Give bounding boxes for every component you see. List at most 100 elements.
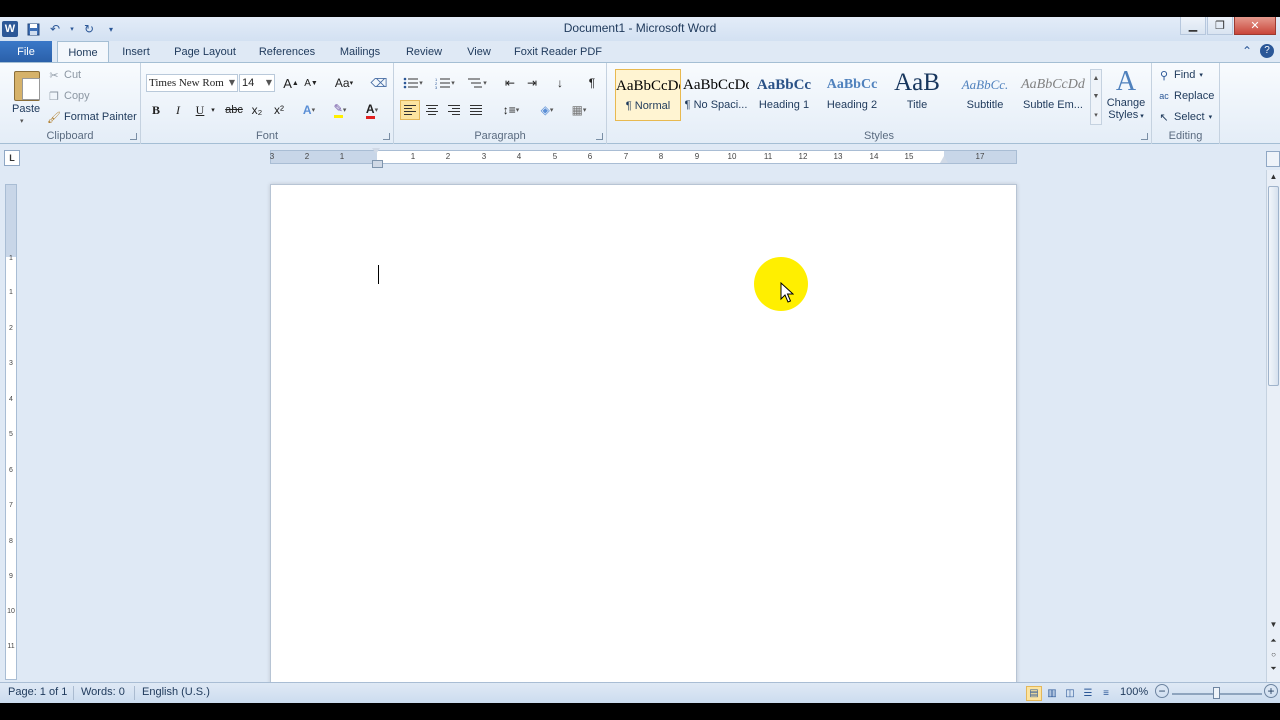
multilevel-list-button[interactable]: ▾ — [464, 73, 490, 93]
strikethrough-button[interactable]: abc — [223, 100, 245, 120]
scroll-up-icon[interactable]: ▲ — [1267, 170, 1280, 184]
change-styles-button[interactable]: A Change Styles ▾ — [1104, 67, 1148, 129]
zoom-in-button[interactable]: + — [1264, 684, 1278, 698]
replace-button[interactable]: ac Replace — [1158, 90, 1214, 102]
tab-mailings[interactable]: Mailings — [334, 41, 386, 63]
font-size-combo[interactable]: 14 ▼ — [239, 74, 275, 92]
zoom-slider-thumb[interactable] — [1213, 687, 1220, 699]
tab-selector-button[interactable]: L — [4, 150, 20, 166]
web-layout-icon[interactable]: ◫ — [1062, 686, 1078, 701]
font-family-combo[interactable]: Times New Rom ▼ — [146, 74, 238, 92]
shrink-font-icon: A — [304, 77, 311, 89]
tab-file[interactable]: File — [0, 41, 52, 63]
status-bar: Page: 1 of 1 Words: 0 English (U.S.) ▤ ▥… — [0, 682, 1280, 703]
select-button[interactable]: ↖ Select ▾ — [1158, 111, 1212, 124]
maximize-button[interactable]: ❐ — [1207, 17, 1233, 35]
outline-view-icon[interactable]: ☰ — [1080, 686, 1096, 701]
italic-button[interactable]: I — [168, 100, 188, 120]
chevron-down-icon[interactable]: ▼ — [1093, 93, 1100, 100]
font-color-button[interactable]: A ▾ — [359, 100, 385, 120]
underline-button[interactable]: U — [190, 100, 210, 120]
style-subtle-emphasis[interactable]: AaBbCcDd Subtle Em... — [1020, 69, 1086, 121]
browse-object-icon[interactable]: ○ — [1267, 648, 1280, 662]
zoom-out-button[interactable]: − — [1155, 684, 1169, 698]
tab-insert[interactable]: Insert — [115, 41, 157, 63]
bold-button[interactable]: B — [146, 100, 166, 120]
align-left-button[interactable] — [400, 100, 420, 120]
style-heading-2[interactable]: AaBbCc Heading 2 — [819, 69, 885, 121]
tab-foxit-reader-pdf[interactable]: Foxit Reader PDF — [510, 41, 606, 63]
justify-button[interactable] — [466, 100, 486, 120]
vertical-ruler[interactable]: 1 1 2 3 4 5 6 7 8 9 10 11 — [5, 184, 17, 680]
minimize-button[interactable]: ▁ — [1180, 17, 1206, 35]
increase-indent-icon[interactable]: ⇥ — [522, 73, 542, 93]
styles-gallery-scroll[interactable]: ▲ ▼ ▾ — [1090, 69, 1102, 125]
show-formatting-marks-button[interactable]: ¶ — [582, 73, 602, 93]
numbering-button[interactable]: 1 2 3 ▾ — [432, 73, 458, 93]
cut-button[interactable]: ✂ Cut — [48, 69, 81, 82]
change-case-button[interactable]: Aa ▾ — [331, 73, 357, 93]
next-page-icon[interactable]: ⏷ — [1267, 662, 1280, 676]
right-indent-marker[interactable] — [940, 156, 948, 163]
view-ruler-button[interactable] — [1266, 151, 1280, 167]
full-screen-reading-icon[interactable]: ▥ — [1044, 686, 1060, 701]
styles-launcher-icon[interactable] — [1141, 133, 1148, 140]
underline-dropdown-icon[interactable]: ▾ — [208, 100, 218, 120]
binoculars-icon: ⚲ — [1159, 69, 1169, 82]
align-center-button[interactable] — [422, 100, 442, 120]
scroll-down-icon[interactable]: ▼ — [1267, 618, 1280, 632]
align-right-button[interactable] — [444, 100, 464, 120]
vertical-scrollbar[interactable]: ▲ ▼ ⏶ ○ ⏷ — [1266, 170, 1280, 682]
tab-review[interactable]: Review — [400, 41, 448, 63]
vruler-number: 8 — [9, 538, 13, 545]
clipboard-launcher-icon[interactable] — [130, 133, 137, 140]
shading-button[interactable]: ◈ ▾ — [534, 100, 560, 120]
copy-button[interactable]: ❐ Copy — [48, 90, 90, 103]
subscript-label: x₂ — [251, 103, 263, 117]
highlight-button[interactable]: ✎ ▾ — [327, 100, 353, 120]
superscript-button[interactable]: x² — [269, 100, 289, 120]
borders-button[interactable]: ▦ ▾ — [566, 100, 592, 120]
decrease-indent-icon[interactable]: ⇤ — [500, 73, 520, 93]
close-button[interactable]: ✕ — [1234, 17, 1276, 35]
paragraph-launcher-icon[interactable] — [596, 133, 603, 140]
chevron-up-icon[interactable]: ▲ — [1093, 75, 1100, 82]
tab-home[interactable]: Home — [57, 41, 109, 63]
vruler-number: 2 — [9, 325, 13, 332]
document-page[interactable] — [270, 184, 1017, 682]
minimize-ribbon-icon[interactable]: ⌃ — [1242, 44, 1252, 58]
clear-formatting-icon[interactable]: ⌫ — [369, 73, 389, 93]
font-launcher-icon[interactable] — [383, 133, 390, 140]
style-heading-1[interactable]: AaBbCc Heading 1 — [751, 69, 817, 121]
word-count[interactable]: Words: 0 — [81, 686, 125, 698]
grow-font-button[interactable]: A ▲ — [281, 73, 301, 93]
line-spacing-button[interactable]: ↕≡ ▾ — [498, 100, 524, 120]
subscript-button[interactable]: x₂ — [247, 100, 267, 120]
paste-button[interactable]: Paste ▾ — [4, 65, 42, 127]
tab-page-layout[interactable]: Page Layout — [170, 41, 240, 63]
bullets-button[interactable]: ▾ — [400, 73, 426, 93]
style-sample: AaB — [894, 69, 940, 96]
previous-page-icon[interactable]: ⏶ — [1267, 634, 1280, 648]
style-title[interactable]: AaB Title — [884, 69, 950, 121]
print-layout-view-icon[interactable]: ▤ — [1026, 686, 1042, 701]
find-button[interactable]: ⚲ Find ▾ — [1158, 69, 1203, 82]
language-indicator[interactable]: English (U.S.) — [142, 686, 210, 698]
style-normal[interactable]: AaBbCcDd ¶ Normal — [615, 69, 681, 121]
sort-icon[interactable]: ↓ — [550, 73, 570, 93]
help-icon[interactable]: ? — [1260, 44, 1274, 58]
format-painter-button[interactable]: 🖌 Format Painter — [47, 111, 137, 124]
tab-view[interactable]: View — [460, 41, 498, 63]
left-indent-marker[interactable] — [372, 148, 383, 168]
style-no-spacing[interactable]: AaBbCcDd ¶ No Spaci... — [683, 69, 749, 121]
tab-references[interactable]: References — [254, 41, 320, 63]
group-editing: ⚲ Find ▾ ac Replace ↖ Select ▾ Editing — [1152, 63, 1220, 144]
zoom-level[interactable]: 100% — [1120, 686, 1148, 698]
scroll-thumb[interactable] — [1268, 186, 1279, 386]
page-count[interactable]: Page: 1 of 1 — [8, 686, 67, 698]
text-effects-button[interactable]: A ▾ — [299, 100, 319, 120]
draft-view-icon[interactable]: ≡ — [1098, 686, 1114, 701]
style-subtitle[interactable]: AaBbCc. Subtitle — [952, 69, 1018, 121]
shrink-font-button[interactable]: A ▼ — [301, 73, 321, 93]
gallery-more-icon[interactable]: ▾ — [1094, 111, 1098, 119]
